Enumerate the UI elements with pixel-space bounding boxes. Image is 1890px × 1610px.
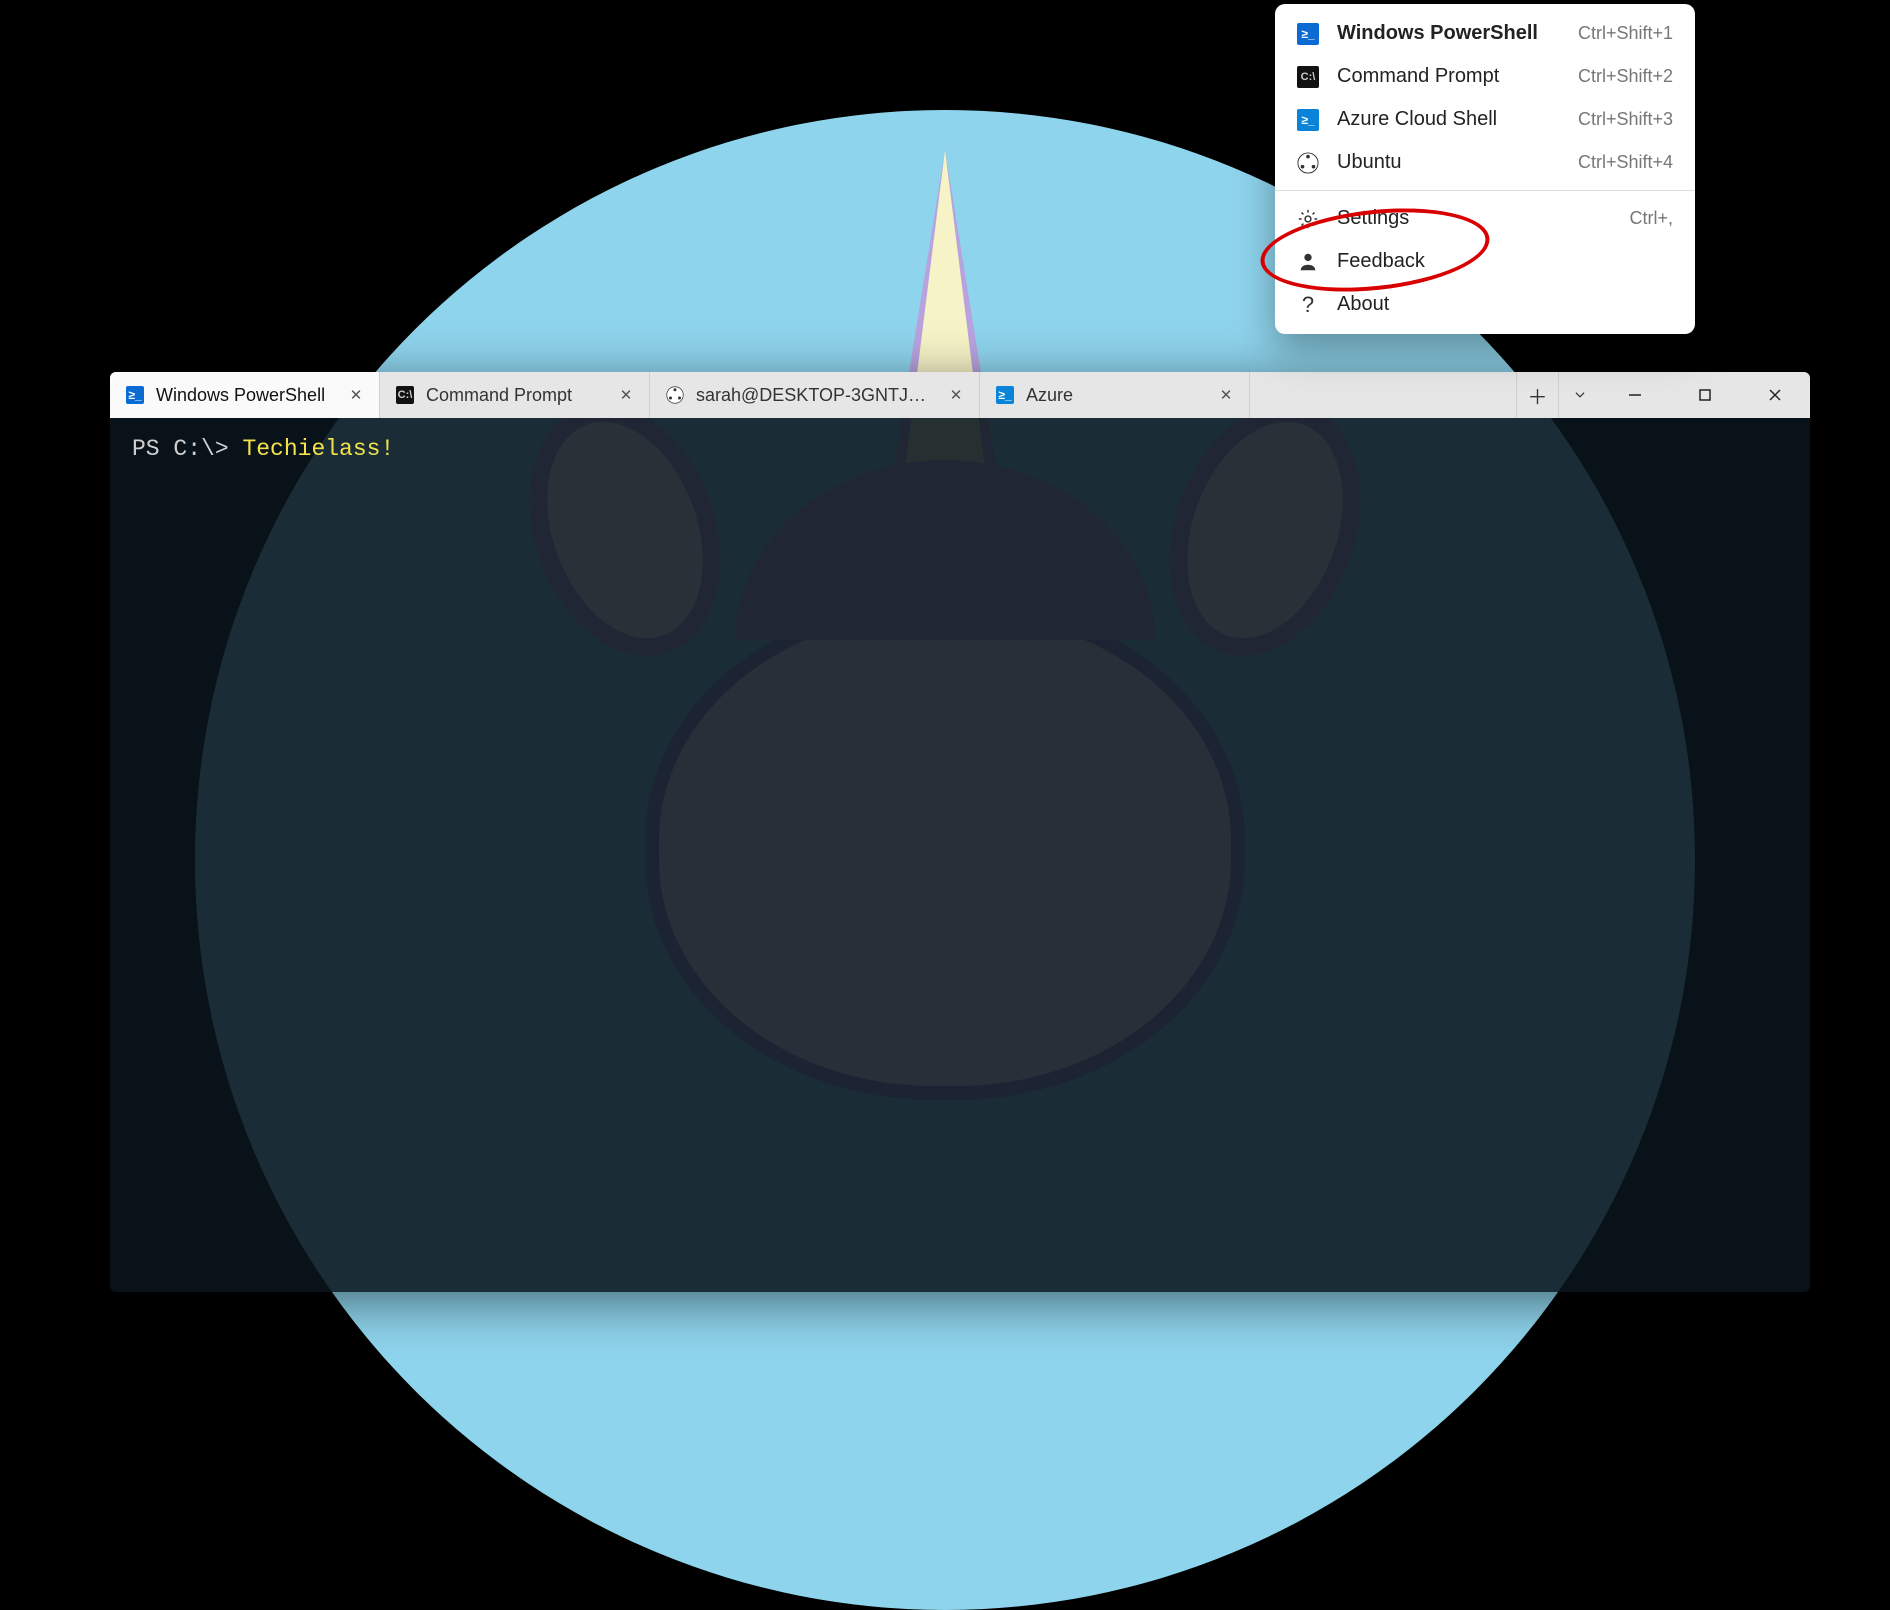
powershell-icon: ≥_ <box>1297 23 1319 45</box>
ubuntu-icon <box>666 386 684 404</box>
powershell-icon: ≥_ <box>126 386 144 404</box>
menu-label: Ubuntu <box>1337 151 1560 174</box>
terminal-command: Techielass! <box>242 436 394 462</box>
chevron-down-icon <box>1573 388 1587 402</box>
close-icon[interactable]: ✕ <box>945 384 967 406</box>
close-icon[interactable]: ✕ <box>1215 384 1237 406</box>
menu-label: Command Prompt <box>1337 65 1560 88</box>
menu-label: Azure Cloud Shell <box>1337 108 1560 131</box>
tab-label: sarah@DESKTOP-3GNTJK5: / <box>696 385 933 406</box>
windows-terminal-window: ≥_ Windows PowerShell ✕ C:\ Command Prom… <box>110 372 1810 1292</box>
terminal-body[interactable]: PS C:\> Techielass! <box>110 418 1810 1292</box>
tab-dropdown-button[interactable] <box>1558 372 1600 418</box>
tab-label: Command Prompt <box>426 385 603 406</box>
close-window-button[interactable] <box>1740 372 1810 418</box>
menu-label: Windows PowerShell <box>1337 22 1560 45</box>
menu-item-cmd[interactable]: C:\ Command Prompt Ctrl+Shift+2 <box>1275 55 1695 98</box>
maximize-button[interactable] <box>1670 372 1740 418</box>
tab-label: Windows PowerShell <box>156 385 333 406</box>
tab-label: Azure <box>1026 385 1203 406</box>
terminal-prompt: PS C:\> <box>132 436 229 462</box>
menu-label: About <box>1337 293 1673 316</box>
shortcut-label: Ctrl+Shift+3 <box>1578 109 1673 130</box>
close-icon[interactable]: ✕ <box>345 384 367 406</box>
azure-icon: ≥_ <box>996 386 1014 404</box>
shortcut-label: Ctrl+Shift+2 <box>1578 66 1673 87</box>
tab-cmd[interactable]: C:\ Command Prompt ✕ <box>380 372 650 418</box>
close-icon[interactable]: ✕ <box>615 384 637 406</box>
tab-actions: ＋ <box>1516 372 1600 418</box>
menu-item-azure[interactable]: ≥_ Azure Cloud Shell Ctrl+Shift+3 <box>1275 98 1695 141</box>
menu-separator <box>1275 190 1695 191</box>
tab-ubuntu[interactable]: sarah@DESKTOP-3GNTJK5: / ✕ <box>650 372 980 418</box>
cmd-icon: C:\ <box>1297 66 1319 88</box>
tab-strip: ≥_ Windows PowerShell ✕ C:\ Command Prom… <box>110 372 1516 418</box>
shortcut-label: Ctrl+Shift+4 <box>1578 152 1673 173</box>
menu-item-ubuntu[interactable]: Ubuntu Ctrl+Shift+4 <box>1275 141 1695 184</box>
shortcut-label: Ctrl+, <box>1629 208 1673 229</box>
shortcut-label: Ctrl+Shift+1 <box>1578 23 1673 44</box>
azure-icon: ≥_ <box>1297 109 1319 131</box>
cmd-icon: C:\ <box>396 386 414 404</box>
ubuntu-icon <box>1297 152 1319 174</box>
question-icon: ? <box>1297 294 1319 316</box>
window-controls <box>1600 372 1810 418</box>
minimize-button[interactable] <box>1600 372 1670 418</box>
titlebar: ≥_ Windows PowerShell ✕ C:\ Command Prom… <box>110 372 1810 418</box>
new-tab-button[interactable]: ＋ <box>1516 372 1558 418</box>
menu-item-powershell[interactable]: ≥_ Windows PowerShell Ctrl+Shift+1 <box>1275 12 1695 55</box>
tab-powershell[interactable]: ≥_ Windows PowerShell ✕ <box>110 372 380 418</box>
tab-azure[interactable]: ≥_ Azure ✕ <box>980 372 1250 418</box>
